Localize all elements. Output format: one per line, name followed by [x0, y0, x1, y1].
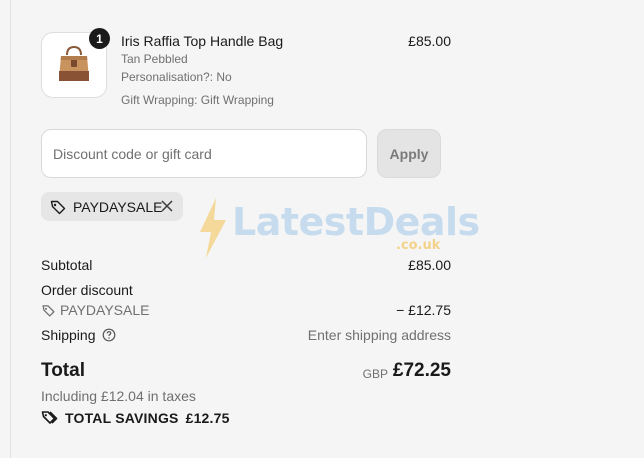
- applied-discount-code: PAYDAYSALE: [73, 198, 163, 215]
- applied-discount-chip: PAYDAYSALE: [41, 192, 183, 221]
- product-price: £85.00: [408, 33, 451, 49]
- subtotal-label: Subtotal: [41, 257, 93, 273]
- order-discount-value: − £12.75: [396, 302, 451, 318]
- watermark-domain: .co.uk: [396, 238, 441, 253]
- tag-icon: [49, 198, 67, 216]
- shipping-label: Shipping: [41, 327, 96, 343]
- total-savings-row: TOTAL SAVINGS £12.75: [41, 409, 230, 427]
- tags-icon: [41, 409, 59, 427]
- total-value: £72.25: [392, 360, 451, 381]
- tax-note: Including £12.04 in taxes: [41, 388, 196, 404]
- total-currency: GBP: [362, 367, 388, 381]
- handbag-icon: [52, 41, 96, 90]
- product-personalisation: Personalisation?: No: [121, 70, 232, 84]
- help-circle-icon[interactable]: [102, 328, 116, 342]
- product-gift-wrapping: Gift Wrapping: Gift Wrapping: [121, 93, 274, 107]
- discount-code-input[interactable]: Discount code or gift card: [41, 129, 367, 178]
- close-icon[interactable]: [159, 198, 175, 217]
- order-discount-label: Order discount: [41, 282, 133, 298]
- watermark-brand: LatestDeals: [232, 200, 480, 244]
- shipping-value: Enter shipping address: [307, 327, 451, 343]
- total-savings-label: TOTAL SAVINGS: [65, 410, 179, 426]
- tag-icon: [41, 303, 56, 318]
- latestdeals-watermark: LatestDeals .co.uk: [186, 194, 480, 265]
- product-title: Iris Raffia Top Handle Bag: [121, 33, 284, 49]
- total-label: Total: [41, 360, 85, 381]
- apply-discount-button[interactable]: Apply: [377, 129, 441, 178]
- quantity-badge: 1: [89, 28, 110, 49]
- product-variant: Tan Pebbled: [121, 52, 188, 66]
- order-discount-code: PAYDAYSALE: [60, 302, 150, 318]
- lightning-bolt-icon: [194, 196, 230, 265]
- order-discount-code-row: PAYDAYSALE: [41, 302, 149, 318]
- subtotal-value: £85.00: [408, 257, 451, 273]
- total-savings-value: £12.75: [185, 410, 230, 426]
- shipping-row: Shipping: [41, 327, 116, 343]
